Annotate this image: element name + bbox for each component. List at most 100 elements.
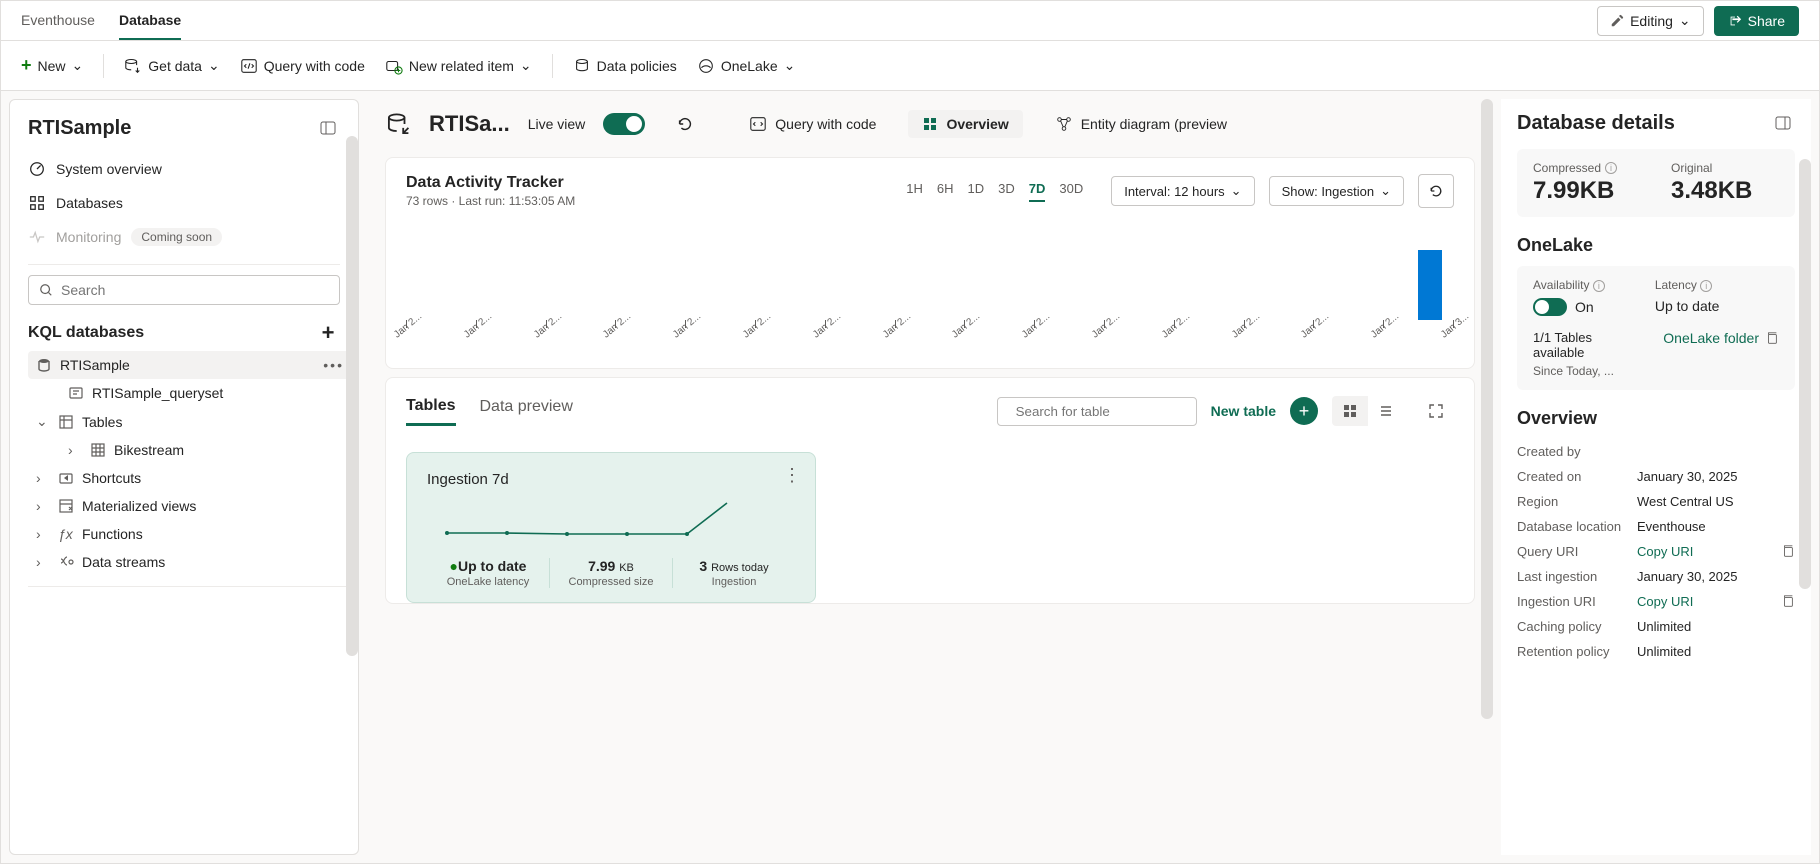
range-3d[interactable]: 3D (998, 181, 1015, 202)
tree-tables[interactable]: ⌄ Tables (28, 407, 352, 436)
more-button[interactable]: ••• (323, 357, 344, 373)
editing-label: Editing (1630, 13, 1673, 29)
chevron-down-icon: ⌄ (520, 57, 532, 74)
chevron-right-icon: › (36, 526, 50, 542)
tables-tab[interactable]: Tables (406, 397, 456, 426)
new-table-button[interactable]: + (1290, 397, 1318, 425)
left-panel: RTISample System overview Databases Moni… (9, 99, 359, 855)
tree-label: Data streams (82, 554, 165, 570)
entity-diagram-tab[interactable]: Entity diagram (preview (1041, 109, 1241, 139)
info-icon[interactable]: i (1593, 280, 1605, 292)
ov-v: January 30, 2025 (1637, 469, 1795, 484)
range-6h[interactable]: 6H (937, 181, 954, 202)
nav-system-overview[interactable]: System overview (10, 152, 358, 186)
new-related-item-button[interactable]: New related item ⌄ (385, 57, 532, 75)
scrollbar[interactable] (1481, 99, 1493, 719)
chart-tick-label: Jan 2... (601, 300, 646, 341)
tree-queryset[interactable]: RTISample_queryset (28, 379, 352, 407)
show-select[interactable]: Show: Ingestion ⌄ (1269, 176, 1404, 206)
list-view-button[interactable] (1368, 396, 1404, 426)
activity-subtitle: 73 rows · Last run: 11:53:05 AM (406, 194, 575, 208)
tree-functions[interactable]: › ƒx Functions (28, 520, 352, 548)
onelake-folder-link[interactable]: OneLake folder (1663, 330, 1759, 346)
range-7d[interactable]: 7D (1029, 181, 1046, 202)
onelake-button[interactable]: OneLake ⌄ (697, 57, 796, 75)
compressed-value: 7.99KB (1533, 177, 1641, 205)
tree-data-streams[interactable]: › Data streams (28, 548, 352, 576)
range-30d[interactable]: 30D (1059, 181, 1083, 202)
latency-label: Latency (1655, 278, 1697, 292)
query-with-code-button[interactable]: Query with code (240, 57, 365, 75)
fullscreen-button[interactable] (1418, 394, 1454, 428)
chevron-down-icon: ⌄ (208, 57, 220, 74)
share-button[interactable]: Share (1714, 6, 1799, 36)
left-search[interactable] (28, 275, 340, 305)
range-1d[interactable]: 1D (967, 181, 984, 202)
fullscreen-icon (1428, 403, 1444, 419)
tree-shortcuts[interactable]: › Shortcuts (28, 464, 352, 492)
chart-refresh-button[interactable] (1418, 174, 1454, 208)
copy-icon[interactable] (1765, 331, 1779, 345)
ingestion-tile[interactable]: ⋮ Ingestion 7d ●Up to date OneLake laten… (406, 452, 816, 603)
new-button[interactable]: + New ⌄ (21, 55, 83, 76)
table-search-input[interactable] (1016, 404, 1193, 419)
tree-label: RTISample_queryset (92, 385, 223, 401)
availability-on: On (1575, 299, 1594, 315)
onelake-heading: OneLake (1517, 235, 1795, 256)
divider (28, 586, 352, 587)
kql-databases-label: KQL databases (28, 324, 144, 342)
chart-tick: Jan 2... (1313, 320, 1314, 328)
copy-query-uri[interactable]: Copy URI (1637, 544, 1781, 559)
view-toggle (1332, 396, 1404, 426)
overview-tab[interactable]: Overview (908, 110, 1022, 138)
tree-bikestream[interactable]: › Bikestream (28, 436, 352, 464)
range-1h[interactable]: 1H (906, 181, 923, 202)
new-table-link[interactable]: New table (1211, 403, 1276, 419)
editing-button[interactable]: Editing ⌄ (1597, 6, 1704, 36)
ov-v (1637, 444, 1795, 459)
chevron-down-icon: ⌄ (1679, 12, 1691, 29)
copy-icon[interactable] (1781, 594, 1795, 608)
collapse-panel-button[interactable] (316, 116, 340, 140)
ov-k: Last ingestion (1517, 569, 1637, 584)
chart-tick: Jan 2... (685, 320, 686, 328)
get-data-button[interactable]: Get data ⌄ (124, 57, 219, 75)
live-view-toggle[interactable] (603, 113, 645, 135)
expand-panel-button[interactable] (1771, 111, 1795, 135)
command-bar: + New ⌄ Get data ⌄ Query with code New r… (1, 41, 1819, 91)
scrollbar[interactable] (1799, 159, 1811, 589)
add-database-button[interactable]: + (316, 321, 340, 345)
copy-ingestion-uri[interactable]: Copy URI (1637, 594, 1781, 609)
size-summary: Compressed i 7.99KB Original 3.48KB (1517, 149, 1795, 217)
rows-value: 3 (699, 558, 707, 574)
ov-k: Retention policy (1517, 644, 1637, 659)
chevron-right-icon: › (36, 470, 50, 486)
copy-icon[interactable] (1781, 544, 1795, 558)
tree-materialized-views[interactable]: › Materialized views (28, 492, 352, 520)
original-value: 3.48KB (1671, 177, 1779, 205)
chart-tick: Jan 2... (755, 320, 756, 328)
panel-expand-icon (1775, 115, 1791, 131)
tree-db-rtisample[interactable]: RTISample ••• (28, 351, 352, 379)
chevron-right-icon: › (68, 442, 82, 458)
grid-view-button[interactable] (1332, 396, 1368, 426)
data-preview-tab[interactable]: Data preview (480, 398, 573, 424)
query-with-code-action[interactable]: Query with code (735, 109, 890, 139)
tile-more-button[interactable]: ⋮ (783, 465, 801, 486)
refresh-icon (1428, 183, 1444, 199)
ov-v: Unlimited (1637, 644, 1795, 659)
info-icon[interactable]: i (1605, 162, 1617, 174)
scrollbar[interactable] (346, 136, 358, 656)
refresh-button[interactable] (673, 112, 697, 136)
tab-database[interactable]: Database (119, 1, 181, 40)
left-search-input[interactable] (61, 282, 329, 298)
availability-toggle[interactable] (1533, 298, 1567, 316)
tab-eventhouse[interactable]: Eventhouse (21, 1, 95, 40)
plus-icon: + (21, 55, 32, 76)
separator (103, 54, 104, 78)
interval-select[interactable]: Interval: 12 hours ⌄ (1111, 176, 1254, 206)
table-search[interactable] (997, 397, 1197, 426)
data-policies-button[interactable]: Data policies (573, 57, 677, 75)
nav-databases[interactable]: Databases (10, 186, 358, 220)
info-icon[interactable]: i (1700, 280, 1712, 292)
